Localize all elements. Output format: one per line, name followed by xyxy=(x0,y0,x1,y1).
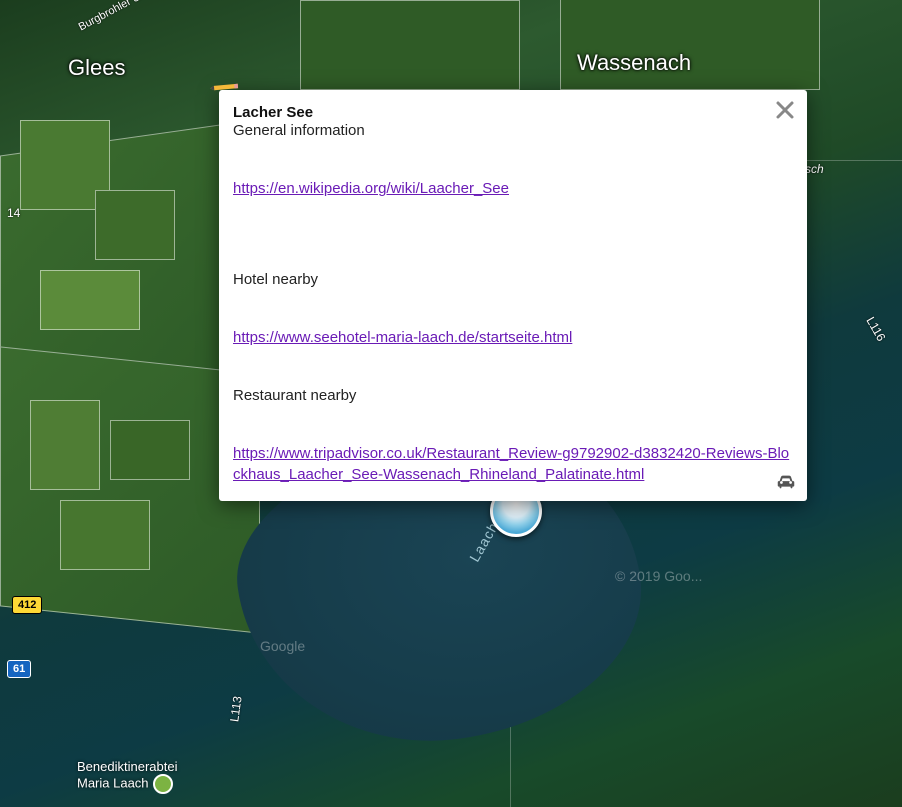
popup-title: Lacher See xyxy=(233,104,793,121)
road-label-burgbrohler: Burgbrohler S... xyxy=(71,0,155,37)
map-attribution: © 2019 Goo... xyxy=(615,568,702,584)
car-icon[interactable] xyxy=(775,471,797,493)
poi-icon xyxy=(153,774,173,794)
map-attribution: Google xyxy=(260,638,305,654)
popup-section-restaurant: Restaurant nearby xyxy=(233,386,793,406)
road-shield-61: 61 xyxy=(7,660,31,678)
road-shield-412: 412 xyxy=(12,596,42,614)
town-label-glees: Glees xyxy=(68,55,125,81)
town-label-wassenach: Wassenach xyxy=(577,50,691,76)
poi-maria-laach: Benediktinerabtei Maria Laach xyxy=(77,760,177,794)
popup-section-general: General information xyxy=(233,121,793,141)
popup-link-restaurant[interactable]: https://www.tripadvisor.co.uk/Restaurant… xyxy=(233,445,789,482)
popup-section-hotel: Hotel nearby xyxy=(233,270,793,290)
popup-link-wiki[interactable]: https://en.wikipedia.org/wiki/Laacher_Se… xyxy=(233,180,509,197)
map-canvas[interactable]: Laache 412 61 14 L113 L116 Burgbrohler S… xyxy=(0,0,902,807)
road-label-l113: L113 xyxy=(225,690,248,728)
road-label-14: 14 xyxy=(2,204,25,222)
road-label-l116: L116 xyxy=(859,309,892,349)
close-icon[interactable] xyxy=(773,98,797,122)
info-popup: Lacher See General information https://e… xyxy=(219,90,807,501)
popup-link-hotel[interactable]: https://www.seehotel-maria-laach.de/star… xyxy=(233,329,572,346)
edit-icon[interactable] xyxy=(205,66,247,108)
